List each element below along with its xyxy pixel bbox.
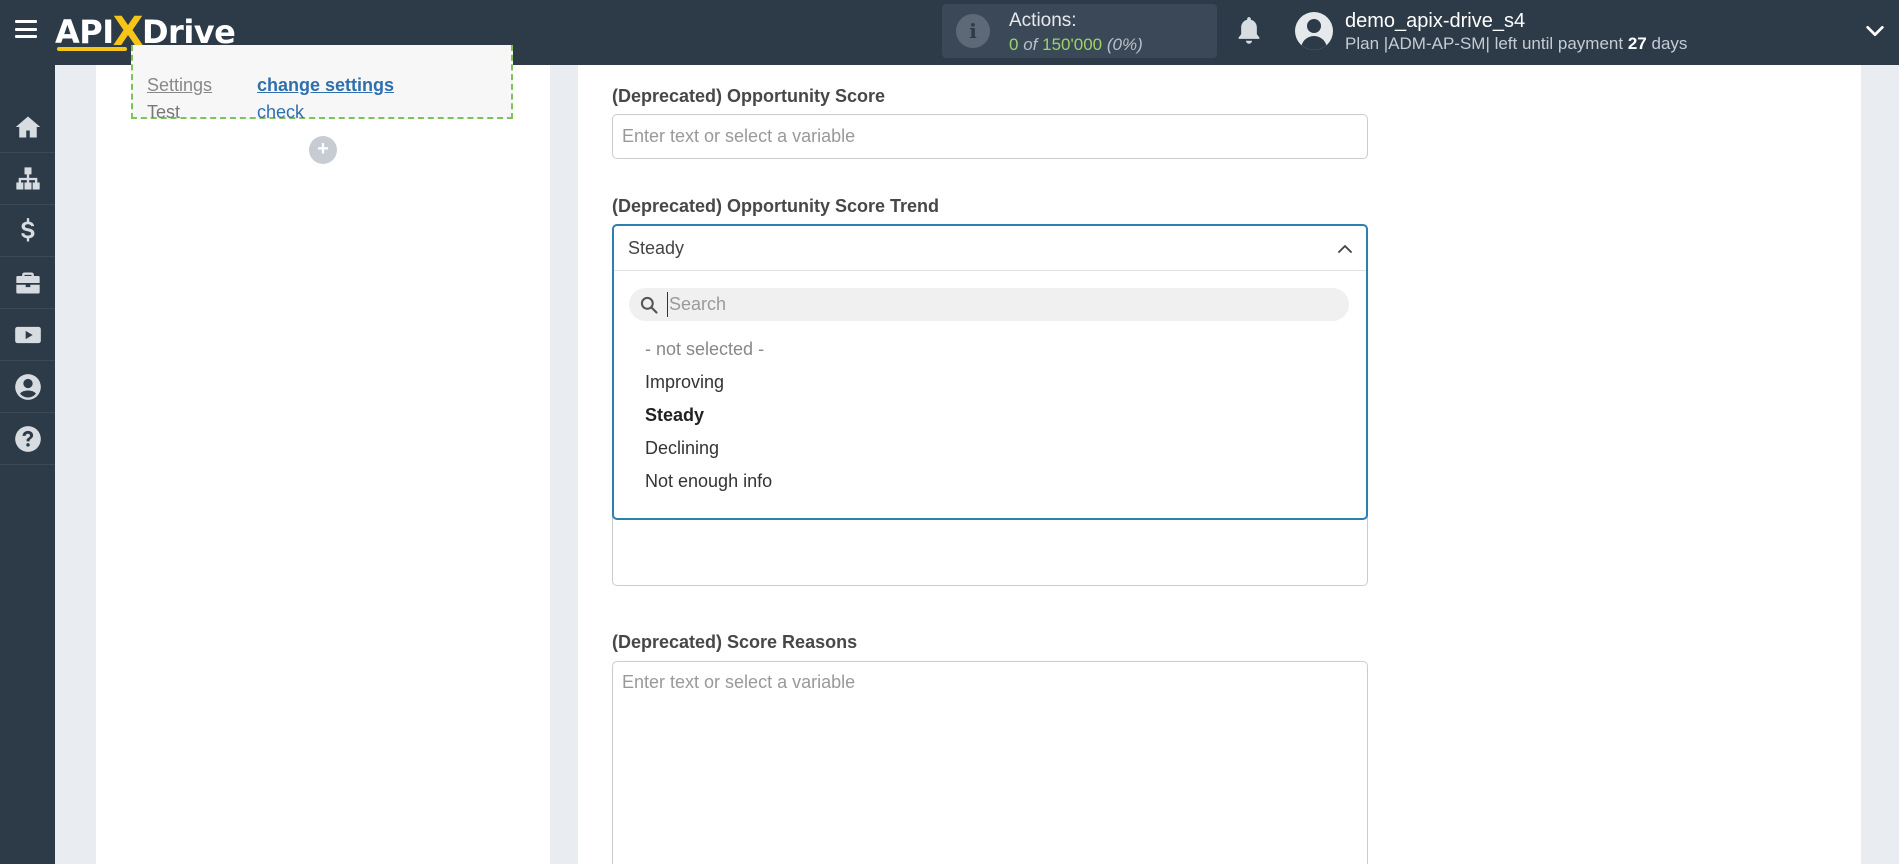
left-panel: Settings change settings Test check + <box>96 45 550 864</box>
user-name[interactable]: demo_apix-drive_s4 <box>1345 10 1525 33</box>
option-declining[interactable]: Declining <box>645 438 719 459</box>
sidebar-item-tools[interactable] <box>0 257 55 309</box>
sidebar-item-help[interactable] <box>0 413 55 465</box>
score-reasons-textarea[interactable]: Enter text or select a variable <box>612 661 1368 864</box>
briefcase-icon <box>15 272 40 293</box>
change-settings-link[interactable]: change settings <box>257 75 394 96</box>
sidebar-item-videos[interactable] <box>0 309 55 361</box>
select-current-value: Steady <box>628 238 685 258</box>
chevron-down-icon[interactable] <box>1864 20 1886 42</box>
home-icon <box>15 116 40 137</box>
actions-counter[interactable]: i Actions: 0 of 150'000 (0%) <box>942 4 1217 58</box>
test-key: Test <box>147 102 181 122</box>
opportunity-score-trend-select[interactable]: Steady - not selected - Improving Steady… <box>612 224 1368 520</box>
score-reasons-label: (Deprecated) Score Reasons <box>612 632 858 652</box>
sidebar-item-home[interactable] <box>0 101 55 153</box>
add-step-button[interactable]: + <box>309 136 337 164</box>
info-icon: i <box>956 14 990 48</box>
search-icon <box>640 296 658 314</box>
logo-text-left: API <box>55 13 114 51</box>
youtube-icon <box>14 326 41 343</box>
actions-label: Actions: <box>1009 10 1077 31</box>
question-circle-icon <box>14 425 41 452</box>
step-block: Settings change settings Test check <box>131 45 513 122</box>
option-not-selected[interactable]: - not selected - <box>645 339 764 360</box>
user-plan: Plan |ADM-AP-SM| left until payment 27 d… <box>1345 34 1688 53</box>
settings-key: Settings <box>147 75 213 95</box>
chevron-up-icon[interactable] <box>1336 240 1354 258</box>
sitemap-icon <box>15 166 40 189</box>
option-not-enough-info[interactable]: Not enough info <box>645 471 772 492</box>
select-header[interactable]: Steady <box>614 226 1366 271</box>
notifications-bell-icon[interactable] <box>1235 16 1263 46</box>
opportunity-score-label: (Deprecated) Opportunity Score <box>612 86 886 106</box>
dropdown-search-input[interactable] <box>667 292 1327 317</box>
option-improving[interactable]: Improving <box>645 372 724 393</box>
check-link[interactable]: check <box>257 102 304 123</box>
logo-underline <box>57 47 127 51</box>
user-avatar[interactable] <box>1295 12 1333 50</box>
opportunity-score-input[interactable]: Enter text or select a variable <box>612 114 1368 159</box>
sidebar-item-connections[interactable] <box>0 153 55 205</box>
actions-value: 0 of 150'000 (0%) <box>1009 35 1143 54</box>
hamburger-menu-icon[interactable] <box>15 20 37 38</box>
sidebar <box>0 65 55 864</box>
option-steady[interactable]: Steady <box>645 405 704 426</box>
dropdown-search[interactable] <box>629 288 1349 321</box>
dollar-icon <box>20 217 34 241</box>
main-panel: (Deprecated) Opportunity Score Enter tex… <box>578 65 1861 864</box>
sidebar-item-billing[interactable] <box>0 205 55 257</box>
opportunity-score-trend-label: (Deprecated) Opportunity Score Trend <box>612 196 940 216</box>
user-circle-icon <box>14 373 41 400</box>
sidebar-item-profile[interactable] <box>0 361 55 413</box>
